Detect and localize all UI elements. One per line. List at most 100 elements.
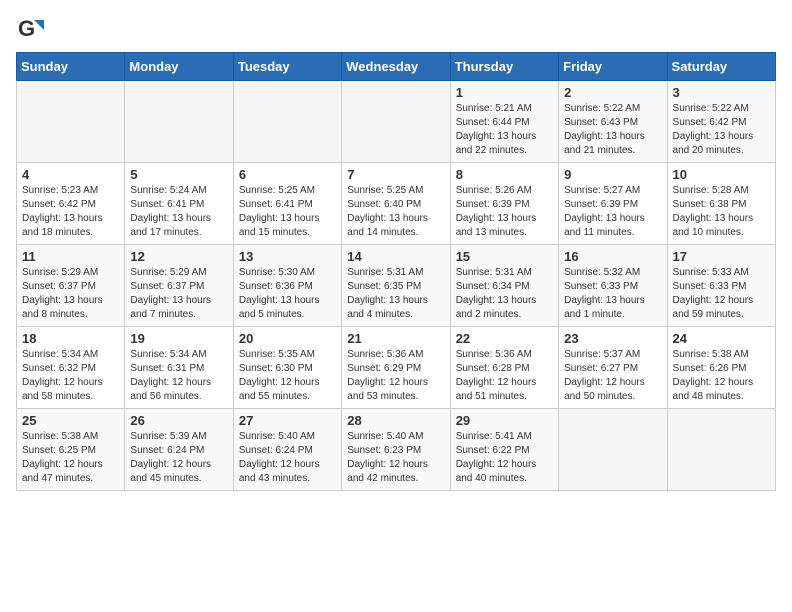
- day-info: Sunrise: 5:29 AM Sunset: 6:37 PM Dayligh…: [130, 266, 227, 322]
- day-info: Sunrise: 5:31 AM Sunset: 6:35 PM Dayligh…: [347, 266, 444, 322]
- day-number: 29: [456, 413, 553, 428]
- calendar-cell: 13Sunrise: 5:30 AM Sunset: 6:36 PM Dayli…: [233, 245, 341, 327]
- day-number: 16: [564, 249, 661, 264]
- weekday-header-sunday: Sunday: [17, 53, 125, 81]
- day-number: 18: [22, 331, 119, 346]
- calendar-cell: 11 Sunrise: 5:29 AM Sunset: 6:37 PM Dayli…: [17, 245, 125, 327]
- day-info: Sunrise: 5:32 AM Sunset: 6:33 PM Dayligh…: [564, 266, 661, 322]
- day-info: Sunrise: 5:22 AM Sunset: 6:43 PM Dayligh…: [564, 102, 661, 158]
- day-number: 1: [456, 85, 553, 100]
- page-header: G: [16, 16, 776, 44]
- calendar-cell: [125, 81, 233, 163]
- calendar-cell: 17Sunrise: 5:33 AM Sunset: 6:33 PM Dayli…: [667, 245, 775, 327]
- calendar-cell: [17, 81, 125, 163]
- weekday-header-saturday: Saturday: [667, 53, 775, 81]
- calendar-cell: 5 Sunrise: 5:24 AM Sunset: 6:41 PM Daylig…: [125, 163, 233, 245]
- calendar-week-2: 4 Sunrise: 5:23 AM Sunset: 6:42 PM Daylig…: [17, 163, 776, 245]
- calendar-cell: 22 Sunrise: 5:36 AM Sunset: 6:28 PM Dayli…: [450, 327, 558, 409]
- day-number: 6: [239, 167, 336, 182]
- day-number: 15: [456, 249, 553, 264]
- day-info: Sunrise: 5:35 AM Sunset: 6:30 PM Dayligh…: [239, 348, 336, 404]
- calendar-cell: 28Sunrise: 5:40 AM Sunset: 6:23 PM Dayli…: [342, 409, 450, 491]
- day-info: Sunrise: 5:26 AM Sunset: 6:39 PM Dayligh…: [456, 184, 553, 240]
- calendar-cell: 10 Sunrise: 5:28 AM Sunset: 6:38 PM Dayli…: [667, 163, 775, 245]
- weekday-header-wednesday: Wednesday: [342, 53, 450, 81]
- day-info: Sunrise: 5:27 AM Sunset: 6:39 PM Dayligh…: [564, 184, 661, 240]
- day-number: 26: [130, 413, 227, 428]
- day-number: 20: [239, 331, 336, 346]
- day-number: 24: [673, 331, 770, 346]
- day-number: 9: [564, 167, 661, 182]
- calendar-cell: 6 Sunrise: 5:25 AM Sunset: 6:41 PM Daylig…: [233, 163, 341, 245]
- day-number: 14: [347, 249, 444, 264]
- day-number: 5: [130, 167, 227, 182]
- logo: G: [16, 16, 48, 44]
- day-info: Sunrise: 5:25 AM Sunset: 6:40 PM Dayligh…: [347, 184, 444, 240]
- calendar-cell: 25 Sunrise: 5:38 AM Sunset: 6:25 PM Dayli…: [17, 409, 125, 491]
- day-info: Sunrise: 5:34 AM Sunset: 6:32 PM Dayligh…: [22, 348, 119, 404]
- calendar-cell: 2 Sunrise: 5:22 AM Sunset: 6:43 PM Daylig…: [559, 81, 667, 163]
- calendar-cell: 4 Sunrise: 5:23 AM Sunset: 6:42 PM Daylig…: [17, 163, 125, 245]
- weekday-header-thursday: Thursday: [450, 53, 558, 81]
- weekday-header-row: SundayMondayTuesdayWednesdayThursdayFrid…: [17, 53, 776, 81]
- day-info: Sunrise: 5:29 AM Sunset: 6:37 PM Dayligh…: [22, 266, 119, 322]
- calendar-cell: 1 Sunrise: 5:21 AM Sunset: 6:44 PM Daylig…: [450, 81, 558, 163]
- calendar-cell: 3Sunrise: 5:22 AM Sunset: 6:42 PM Daylig…: [667, 81, 775, 163]
- day-info: Sunrise: 5:25 AM Sunset: 6:41 PM Dayligh…: [239, 184, 336, 240]
- day-number: 4: [22, 167, 119, 182]
- calendar-cell: 21 Sunrise: 5:36 AM Sunset: 6:29 PM Dayli…: [342, 327, 450, 409]
- weekday-header-friday: Friday: [559, 53, 667, 81]
- calendar-cell: 15 Sunrise: 5:31 AM Sunset: 6:34 PM Dayli…: [450, 245, 558, 327]
- logo-icon: G: [16, 16, 44, 44]
- day-number: 11: [22, 249, 119, 264]
- day-info: Sunrise: 5:41 AM Sunset: 6:22 PM Dayligh…: [456, 430, 553, 486]
- day-info: Sunrise: 5:23 AM Sunset: 6:42 PM Dayligh…: [22, 184, 119, 240]
- day-info: Sunrise: 5:38 AM Sunset: 6:25 PM Dayligh…: [22, 430, 119, 486]
- day-number: 27: [239, 413, 336, 428]
- day-info: Sunrise: 5:40 AM Sunset: 6:23 PM Dayligh…: [347, 430, 444, 486]
- calendar-cell: 19 Sunrise: 5:34 AM Sunset: 6:31 PM Dayli…: [125, 327, 233, 409]
- calendar-cell: 29 Sunrise: 5:41 AM Sunset: 6:22 PM Dayli…: [450, 409, 558, 491]
- day-info: Sunrise: 5:34 AM Sunset: 6:31 PM Dayligh…: [130, 348, 227, 404]
- calendar-cell: 16 Sunrise: 5:32 AM Sunset: 6:33 PM Dayli…: [559, 245, 667, 327]
- day-info: Sunrise: 5:37 AM Sunset: 6:27 PM Dayligh…: [564, 348, 661, 404]
- day-number: 25: [22, 413, 119, 428]
- day-number: 22: [456, 331, 553, 346]
- calendar-cell: 7Sunrise: 5:25 AM Sunset: 6:40 PM Daylig…: [342, 163, 450, 245]
- calendar-cell: [342, 81, 450, 163]
- calendar-table: SundayMondayTuesdayWednesdayThursdayFrid…: [16, 52, 776, 491]
- calendar-cell: [559, 409, 667, 491]
- day-number: 23: [564, 331, 661, 346]
- calendar-cell: 8 Sunrise: 5:26 AM Sunset: 6:39 PM Daylig…: [450, 163, 558, 245]
- day-number: 8: [456, 167, 553, 182]
- day-info: Sunrise: 5:39 AM Sunset: 6:24 PM Dayligh…: [130, 430, 227, 486]
- calendar-week-4: 18 Sunrise: 5:34 AM Sunset: 6:32 PM Dayli…: [17, 327, 776, 409]
- calendar-cell: 14 Sunrise: 5:31 AM Sunset: 6:35 PM Dayli…: [342, 245, 450, 327]
- calendar-cell: 27Sunrise: 5:40 AM Sunset: 6:24 PM Dayli…: [233, 409, 341, 491]
- day-number: 3: [673, 85, 770, 100]
- day-number: 13: [239, 249, 336, 264]
- calendar-cell: 20 Sunrise: 5:35 AM Sunset: 6:30 PM Dayli…: [233, 327, 341, 409]
- calendar-week-3: 11 Sunrise: 5:29 AM Sunset: 6:37 PM Dayli…: [17, 245, 776, 327]
- day-info: Sunrise: 5:28 AM Sunset: 6:38 PM Dayligh…: [673, 184, 770, 240]
- day-number: 21: [347, 331, 444, 346]
- calendar-cell: [667, 409, 775, 491]
- calendar-week-1: 1 Sunrise: 5:21 AM Sunset: 6:44 PM Daylig…: [17, 81, 776, 163]
- calendar-cell: [233, 81, 341, 163]
- calendar-week-5: 25 Sunrise: 5:38 AM Sunset: 6:25 PM Dayli…: [17, 409, 776, 491]
- day-number: 19: [130, 331, 227, 346]
- weekday-header-monday: Monday: [125, 53, 233, 81]
- calendar-cell: 24 Sunrise: 5:38 AM Sunset: 6:26 PM Dayli…: [667, 327, 775, 409]
- day-info: Sunrise: 5:21 AM Sunset: 6:44 PM Dayligh…: [456, 102, 553, 158]
- day-info: Sunrise: 5:36 AM Sunset: 6:28 PM Dayligh…: [456, 348, 553, 404]
- svg-text:G: G: [18, 16, 35, 41]
- day-info: Sunrise: 5:31 AM Sunset: 6:34 PM Dayligh…: [456, 266, 553, 322]
- day-info: Sunrise: 5:24 AM Sunset: 6:41 PM Dayligh…: [130, 184, 227, 240]
- day-info: Sunrise: 5:36 AM Sunset: 6:29 PM Dayligh…: [347, 348, 444, 404]
- day-number: 2: [564, 85, 661, 100]
- weekday-header-tuesday: Tuesday: [233, 53, 341, 81]
- day-number: 10: [673, 167, 770, 182]
- day-info: Sunrise: 5:38 AM Sunset: 6:26 PM Dayligh…: [673, 348, 770, 404]
- day-info: Sunrise: 5:33 AM Sunset: 6:33 PM Dayligh…: [673, 266, 770, 322]
- calendar-cell: 18 Sunrise: 5:34 AM Sunset: 6:32 PM Dayli…: [17, 327, 125, 409]
